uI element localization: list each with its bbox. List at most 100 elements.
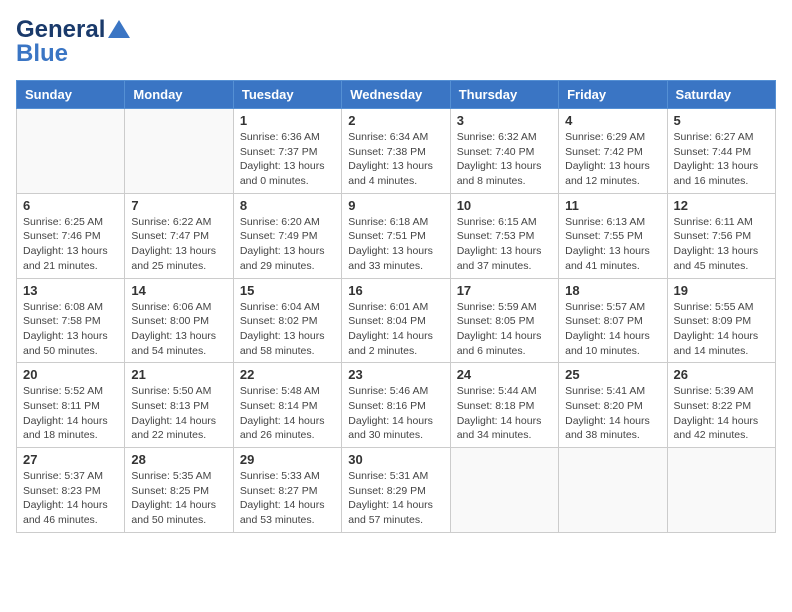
- weekday-header-monday: Monday: [125, 81, 233, 109]
- day-info: Sunrise: 5:46 AM Sunset: 8:16 PM Dayligh…: [348, 384, 443, 443]
- day-number: 22: [240, 367, 335, 382]
- day-info: Sunrise: 6:29 AM Sunset: 7:42 PM Dayligh…: [565, 130, 660, 189]
- day-info: Sunrise: 6:13 AM Sunset: 7:55 PM Dayligh…: [565, 215, 660, 274]
- day-info: Sunrise: 6:15 AM Sunset: 7:53 PM Dayligh…: [457, 215, 552, 274]
- day-info: Sunrise: 6:18 AM Sunset: 7:51 PM Dayligh…: [348, 215, 443, 274]
- day-number: 13: [23, 283, 118, 298]
- day-info: Sunrise: 5:33 AM Sunset: 8:27 PM Dayligh…: [240, 469, 335, 528]
- day-number: 25: [565, 367, 660, 382]
- day-info: Sunrise: 5:35 AM Sunset: 8:25 PM Dayligh…: [131, 469, 226, 528]
- calendar-header-row: SundayMondayTuesdayWednesdayThursdayFrid…: [17, 81, 776, 109]
- calendar-cell: 17Sunrise: 5:59 AM Sunset: 8:05 PM Dayli…: [450, 278, 558, 363]
- day-number: 24: [457, 367, 552, 382]
- day-info: Sunrise: 5:52 AM Sunset: 8:11 PM Dayligh…: [23, 384, 118, 443]
- logo: General Blue: [16, 16, 130, 68]
- day-info: Sunrise: 6:01 AM Sunset: 8:04 PM Dayligh…: [348, 300, 443, 359]
- day-info: Sunrise: 6:25 AM Sunset: 7:46 PM Dayligh…: [23, 215, 118, 274]
- day-number: 23: [348, 367, 443, 382]
- day-number: 19: [674, 283, 769, 298]
- weekday-header-sunday: Sunday: [17, 81, 125, 109]
- calendar-table: SundayMondayTuesdayWednesdayThursdayFrid…: [16, 80, 776, 533]
- day-info: Sunrise: 6:04 AM Sunset: 8:02 PM Dayligh…: [240, 300, 335, 359]
- day-info: Sunrise: 6:08 AM Sunset: 7:58 PM Dayligh…: [23, 300, 118, 359]
- calendar-cell: 15 Sunrise: 6:04 AM Sunset: 8:02 PM Dayli…: [233, 278, 341, 363]
- day-info: Sunrise: 6:20 AM Sunset: 7:49 PM Dayligh…: [240, 215, 335, 274]
- day-info: Sunrise: 6:34 AM Sunset: 7:38 PM Dayligh…: [348, 130, 443, 189]
- day-number: 30: [348, 452, 443, 467]
- calendar-cell: 13 Sunrise: 6:08 AM Sunset: 7:58 PM Dayli…: [17, 278, 125, 363]
- calendar-cell: [667, 448, 775, 533]
- day-number: 12: [674, 198, 769, 213]
- calendar-week-row: 6 Sunrise: 6:25 AM Sunset: 7:46 PM Daylig…: [17, 193, 776, 278]
- weekday-header-thursday: Thursday: [450, 81, 558, 109]
- day-info: Sunrise: 5:48 AM Sunset: 8:14 PM Dayligh…: [240, 384, 335, 443]
- weekday-header-wednesday: Wednesday: [342, 81, 450, 109]
- day-number: 26: [674, 367, 769, 382]
- day-info: Sunrise: 5:31 AM Sunset: 8:29 PM Dayligh…: [348, 469, 443, 528]
- calendar-cell: 23 Sunrise: 5:46 AM Sunset: 8:16 PM Dayli…: [342, 363, 450, 448]
- day-number: 18: [565, 283, 660, 298]
- day-number: 4: [565, 113, 660, 128]
- calendar-cell: 30 Sunrise: 5:31 AM Sunset: 8:29 PM Dayli…: [342, 448, 450, 533]
- calendar-cell: 29Sunrise: 5:33 AM Sunset: 8:27 PM Dayli…: [233, 448, 341, 533]
- day-number: 27: [23, 452, 118, 467]
- calendar-cell: 9 Sunrise: 6:18 AM Sunset: 7:51 PM Daylig…: [342, 193, 450, 278]
- day-number: 1: [240, 113, 335, 128]
- day-info: Sunrise: 6:22 AM Sunset: 7:47 PM Dayligh…: [131, 215, 226, 274]
- calendar-cell: 1 Sunrise: 6:36 AM Sunset: 7:37 PM Daylig…: [233, 109, 341, 194]
- calendar-cell: 24 Sunrise: 5:44 AM Sunset: 8:18 PM Dayli…: [450, 363, 558, 448]
- calendar-cell: 6 Sunrise: 6:25 AM Sunset: 7:46 PM Daylig…: [17, 193, 125, 278]
- day-number: 8: [240, 198, 335, 213]
- calendar-cell: [450, 448, 558, 533]
- logo-icon: [108, 20, 130, 38]
- day-info: Sunrise: 6:11 AM Sunset: 7:56 PM Dayligh…: [674, 215, 769, 274]
- day-info: Sunrise: 6:36 AM Sunset: 7:37 PM Dayligh…: [240, 130, 335, 189]
- calendar-cell: 14 Sunrise: 6:06 AM Sunset: 8:00 PM Dayli…: [125, 278, 233, 363]
- day-number: 14: [131, 283, 226, 298]
- calendar-cell: [559, 448, 667, 533]
- calendar-cell: 27 Sunrise: 5:37 AM Sunset: 8:23 PM Dayli…: [17, 448, 125, 533]
- calendar-cell: 4 Sunrise: 6:29 AM Sunset: 7:42 PM Daylig…: [559, 109, 667, 194]
- calendar-week-row: 27 Sunrise: 5:37 AM Sunset: 8:23 PM Dayli…: [17, 448, 776, 533]
- calendar-cell: 28Sunrise: 5:35 AM Sunset: 8:25 PM Dayli…: [125, 448, 233, 533]
- day-info: Sunrise: 6:27 AM Sunset: 7:44 PM Dayligh…: [674, 130, 769, 189]
- day-number: 5: [674, 113, 769, 128]
- calendar-week-row: 1 Sunrise: 6:36 AM Sunset: 7:37 PM Daylig…: [17, 109, 776, 194]
- day-info: Sunrise: 5:59 AM Sunset: 8:05 PM Dayligh…: [457, 300, 552, 359]
- calendar-cell: 21 Sunrise: 5:50 AM Sunset: 8:13 PM Dayli…: [125, 363, 233, 448]
- calendar-cell: 2 Sunrise: 6:34 AM Sunset: 7:38 PM Daylig…: [342, 109, 450, 194]
- calendar-cell: 26 Sunrise: 5:39 AM Sunset: 8:22 PM Dayli…: [667, 363, 775, 448]
- day-info: Sunrise: 5:37 AM Sunset: 8:23 PM Dayligh…: [23, 469, 118, 528]
- calendar-cell: 3Sunrise: 6:32 AM Sunset: 7:40 PM Daylig…: [450, 109, 558, 194]
- day-info: Sunrise: 5:55 AM Sunset: 8:09 PM Dayligh…: [674, 300, 769, 359]
- calendar-cell: 19 Sunrise: 5:55 AM Sunset: 8:09 PM Dayli…: [667, 278, 775, 363]
- day-info: Sunrise: 6:06 AM Sunset: 8:00 PM Dayligh…: [131, 300, 226, 359]
- calendar-cell: 5 Sunrise: 6:27 AM Sunset: 7:44 PM Daylig…: [667, 109, 775, 194]
- day-info: Sunrise: 5:41 AM Sunset: 8:20 PM Dayligh…: [565, 384, 660, 443]
- calendar-cell: 8 Sunrise: 6:20 AM Sunset: 7:49 PM Daylig…: [233, 193, 341, 278]
- day-info: Sunrise: 5:50 AM Sunset: 8:13 PM Dayligh…: [131, 384, 226, 443]
- day-info: Sunrise: 5:57 AM Sunset: 8:07 PM Dayligh…: [565, 300, 660, 359]
- calendar-cell: [125, 109, 233, 194]
- calendar-cell: 7 Sunrise: 6:22 AM Sunset: 7:47 PM Daylig…: [125, 193, 233, 278]
- day-number: 21: [131, 367, 226, 382]
- day-number: 9: [348, 198, 443, 213]
- page-header: General Blue: [16, 16, 776, 68]
- day-info: Sunrise: 5:39 AM Sunset: 8:22 PM Dayligh…: [674, 384, 769, 443]
- calendar-cell: 10 Sunrise: 6:15 AM Sunset: 7:53 PM Dayli…: [450, 193, 558, 278]
- day-number: 2: [348, 113, 443, 128]
- day-number: 15: [240, 283, 335, 298]
- day-number: 16: [348, 283, 443, 298]
- day-number: 7: [131, 198, 226, 213]
- logo-blue: Blue: [16, 40, 68, 68]
- calendar-cell: 18 Sunrise: 5:57 AM Sunset: 8:07 PM Dayli…: [559, 278, 667, 363]
- calendar-cell: 20 Sunrise: 5:52 AM Sunset: 8:11 PM Dayli…: [17, 363, 125, 448]
- day-number: 6: [23, 198, 118, 213]
- day-number: 3: [457, 113, 552, 128]
- day-info: Sunrise: 5:44 AM Sunset: 8:18 PM Dayligh…: [457, 384, 552, 443]
- calendar-cell: 11Sunrise: 6:13 AM Sunset: 7:55 PM Dayli…: [559, 193, 667, 278]
- day-number: 20: [23, 367, 118, 382]
- calendar-cell: [17, 109, 125, 194]
- day-number: 10: [457, 198, 552, 213]
- calendar-cell: 22 Sunrise: 5:48 AM Sunset: 8:14 PM Dayli…: [233, 363, 341, 448]
